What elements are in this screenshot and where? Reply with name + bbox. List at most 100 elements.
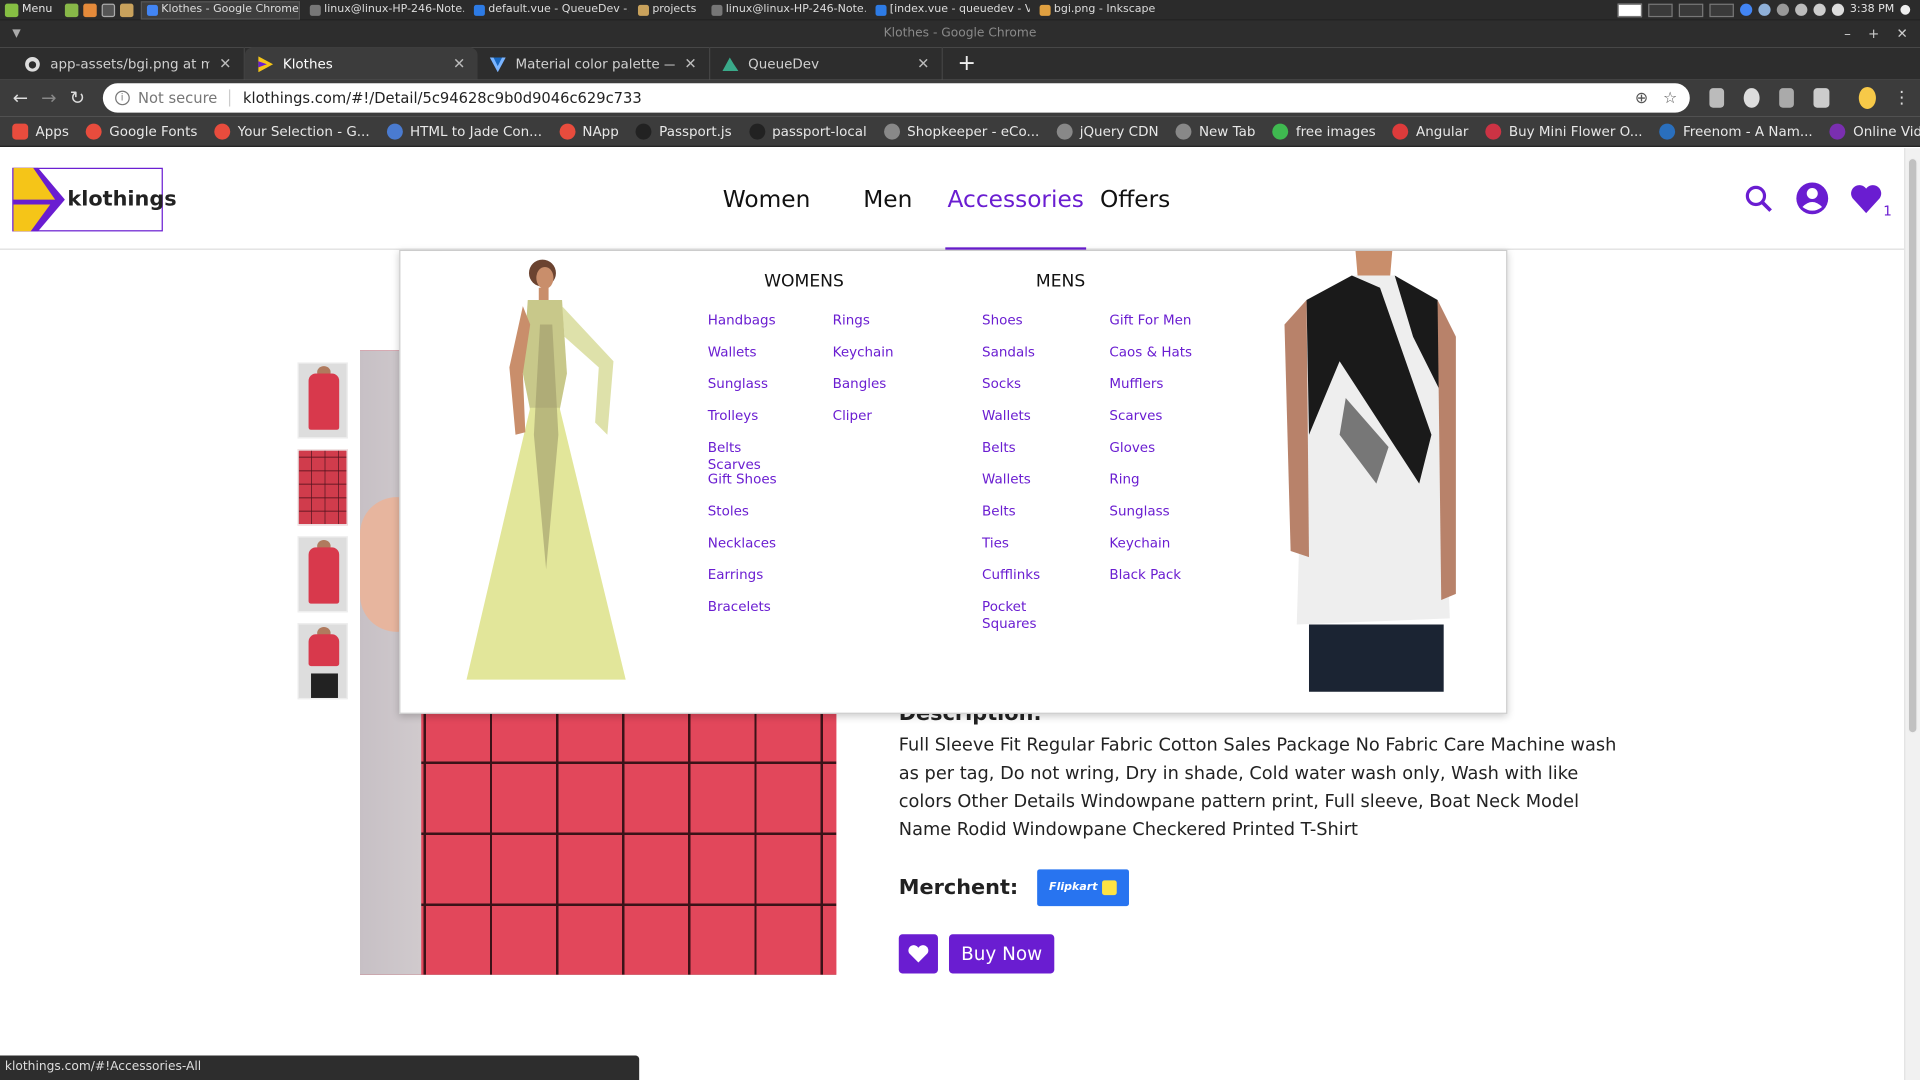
scrollbar-thumb[interactable] bbox=[1907, 157, 1918, 734]
product-thumbnail[interactable] bbox=[297, 449, 348, 526]
taskbar-task[interactable]: linux@linux-HP-246-Note... bbox=[706, 1, 865, 19]
clock[interactable]: 3:38 PM bbox=[1850, 4, 1894, 16]
bookmark-item[interactable]: Google Fonts bbox=[86, 123, 197, 139]
buy-now-button[interactable]: Buy Now bbox=[948, 934, 1055, 974]
terminal-launcher-icon[interactable] bbox=[101, 3, 115, 17]
power-tray-icon[interactable] bbox=[1900, 4, 1911, 15]
menu-link[interactable]: Shoes bbox=[982, 312, 1068, 344]
url-text[interactable]: klothings.com/#!/Detail/5c94628c9b0d9046… bbox=[243, 89, 1620, 106]
taskbar-task[interactable]: [index.vue - queuedev - V... bbox=[870, 1, 1029, 19]
menu-link[interactable]: Gift For Men bbox=[1109, 312, 1195, 344]
flipkart-merchant-badge[interactable]: Flipkart bbox=[1037, 869, 1129, 907]
extension-icon[interactable] bbox=[1709, 88, 1725, 108]
files-launcher-icon[interactable] bbox=[119, 3, 134, 17]
wishlist-heart-icon[interactable]: 1 bbox=[1848, 180, 1892, 219]
bookmark-item[interactable]: free images bbox=[1272, 123, 1376, 139]
react-devtools-icon[interactable] bbox=[1744, 88, 1760, 108]
menu-link[interactable]: Sunglass bbox=[708, 376, 794, 408]
menu-link[interactable]: Sunglass bbox=[1109, 503, 1195, 535]
close-window-icon[interactable]: ✕ bbox=[1896, 21, 1907, 48]
tab-close-icon[interactable]: ✕ bbox=[453, 55, 465, 72]
bookmark-item[interactable]: NApp bbox=[559, 123, 619, 139]
search-icon[interactable] bbox=[1740, 180, 1777, 217]
bookmark-item[interactable]: Online Video Dow... bbox=[1829, 123, 1920, 139]
bookmark-item[interactable]: New Tab bbox=[1175, 123, 1255, 139]
chrome-tray-icon[interactable] bbox=[1739, 3, 1752, 16]
bookmark-item[interactable]: Apps bbox=[12, 123, 69, 139]
nav-offers[interactable]: Offers bbox=[1092, 148, 1178, 250]
zoom-icon[interactable]: ⊕ bbox=[1635, 89, 1648, 107]
nav-accessories[interactable]: Accessories bbox=[945, 148, 1087, 252]
menu-link[interactable]: Sandals bbox=[982, 344, 1068, 376]
menu-link[interactable]: Scarves bbox=[1109, 408, 1195, 440]
minimize-icon[interactable]: – bbox=[1844, 21, 1851, 48]
menu-link[interactable]: Caos & Hats bbox=[1109, 344, 1195, 376]
maximize-icon[interactable]: + bbox=[1868, 21, 1879, 48]
tab-github[interactable]: app-assets/bgi.png at master · ✕ bbox=[12, 47, 245, 80]
menu-link[interactable]: Bracelets bbox=[708, 599, 794, 631]
product-thumbnail[interactable] bbox=[297, 536, 348, 613]
menu-link[interactable]: Earrings bbox=[708, 567, 794, 599]
menu-link[interactable]: Socks bbox=[982, 376, 1068, 408]
nav-women[interactable]: Women bbox=[710, 148, 823, 250]
tab-vuetify[interactable]: Material color palette — Vuetify ✕ bbox=[478, 47, 711, 80]
menu-link[interactable]: Wallets bbox=[708, 344, 794, 376]
back-arrow-icon[interactable]: ← bbox=[10, 84, 31, 111]
network-tray-icon[interactable] bbox=[1813, 3, 1826, 16]
bookmark-item[interactable]: passport-local bbox=[748, 123, 867, 139]
taskbar-task[interactable]: projects bbox=[633, 1, 701, 19]
menu-link[interactable]: Belts Scarves bbox=[708, 440, 794, 473]
firefox-launcher-icon[interactable] bbox=[82, 3, 97, 17]
menu-link[interactable]: Ties bbox=[982, 535, 1068, 567]
user-tray-icon[interactable] bbox=[1794, 3, 1808, 16]
page-scrollbar[interactable] bbox=[1904, 148, 1920, 1080]
menu-link[interactable]: Stoles bbox=[708, 503, 794, 535]
taskbar-task[interactable]: Klothes - Google Chrome bbox=[140, 0, 300, 19]
forward-arrow-icon[interactable]: → bbox=[38, 84, 59, 111]
bookmark-item[interactable]: HTML to Jade Con... bbox=[386, 123, 542, 139]
menu-link[interactable]: Black Pack bbox=[1109, 567, 1195, 599]
menu-link[interactable]: Pocket Squares bbox=[982, 599, 1043, 633]
menu-link[interactable]: Cliper bbox=[833, 408, 919, 440]
extension-icon[interactable] bbox=[1813, 88, 1830, 108]
browser-menu-icon[interactable]: ⋮ bbox=[1893, 88, 1910, 108]
menu-link[interactable]: Ring bbox=[1109, 471, 1195, 503]
menu-link[interactable]: Belts bbox=[982, 440, 1068, 472]
menu-link[interactable]: Keychain bbox=[1109, 535, 1195, 567]
bookmark-item[interactable]: Your Selection - G... bbox=[214, 123, 370, 139]
klothings-logo[interactable]: klothings bbox=[12, 167, 177, 232]
shield-tray-icon[interactable] bbox=[1758, 3, 1771, 16]
workspace-4[interactable] bbox=[1709, 3, 1734, 17]
taskbar-task[interactable]: bgi.png - Inkscape bbox=[1034, 1, 1160, 19]
show-desktop-icon[interactable] bbox=[64, 3, 79, 17]
workspace-1[interactable] bbox=[1617, 3, 1642, 17]
menu-link[interactable]: Keychain bbox=[833, 344, 919, 376]
bookmark-star-icon[interactable]: ☆ bbox=[1663, 89, 1677, 107]
account-icon[interactable] bbox=[1794, 180, 1831, 217]
bookmark-item[interactable]: Buy Mini Flower O... bbox=[1485, 123, 1643, 139]
bookmark-item[interactable]: Freenom - A Nam... bbox=[1659, 123, 1813, 139]
nav-men[interactable]: Men bbox=[853, 148, 922, 250]
menu-link[interactable]: Mufflers bbox=[1109, 376, 1195, 408]
tab-close-icon[interactable]: ✕ bbox=[917, 55, 929, 72]
update-tray-icon[interactable] bbox=[1776, 3, 1789, 16]
address-bar[interactable]: i Not secure klothings.com/#!/Detail/5c9… bbox=[102, 83, 1690, 113]
workspace-2[interactable] bbox=[1647, 3, 1673, 17]
bookmark-item[interactable]: jQuery CDN bbox=[1056, 123, 1159, 139]
menu-link[interactable]: Gloves bbox=[1109, 440, 1195, 472]
reload-icon[interactable]: ↻ bbox=[67, 84, 88, 111]
profile-avatar-icon[interactable] bbox=[1858, 86, 1876, 109]
battery-tray-icon[interactable] bbox=[1831, 3, 1844, 16]
menu-link[interactable]: Cufflinks bbox=[982, 567, 1068, 599]
taskbar-task[interactable]: default.vue - QueueDev -... bbox=[469, 1, 628, 19]
bookmark-item[interactable]: Passport.js bbox=[635, 123, 732, 139]
menu-link[interactable]: Gift Shoes bbox=[708, 471, 794, 503]
vue-devtools-icon[interactable] bbox=[1779, 88, 1795, 108]
menu-link[interactable]: Rings bbox=[833, 312, 919, 344]
tab-queuedev[interactable]: QueueDev ✕ bbox=[710, 47, 943, 80]
os-menu-button[interactable]: Menu bbox=[0, 0, 60, 20]
menu-link[interactable]: Bangles bbox=[833, 376, 919, 408]
menu-link[interactable]: Trolleys bbox=[708, 408, 794, 440]
product-thumbnail[interactable] bbox=[297, 623, 348, 700]
menu-link[interactable]: Handbags bbox=[708, 312, 794, 344]
